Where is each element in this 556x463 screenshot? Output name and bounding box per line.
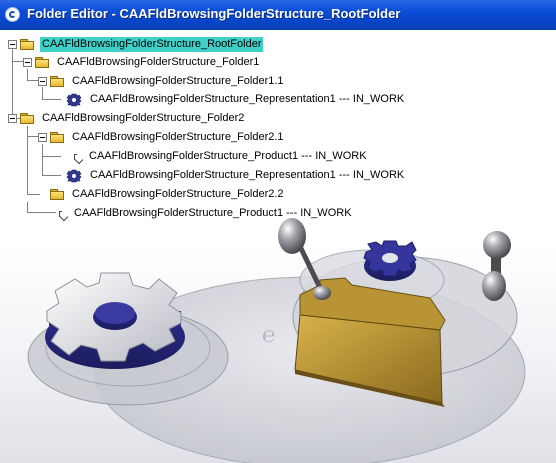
folder-editor-window: Folder Editor - CAAFldBrowsingFolderStru…	[0, 0, 556, 463]
tree-node-label: CAAFldBrowsingFolderStructure_Representa…	[90, 93, 405, 105]
tree-node-label: CAAFldBrowsingFolderStructure_Folder1.1	[72, 75, 284, 87]
collapse-toggle[interactable]	[38, 133, 47, 142]
product-icon	[72, 151, 82, 163]
collapse-toggle[interactable]	[8, 114, 17, 123]
tree-node-label: CAAFldBrowsingFolderStructure_Folder2.2	[72, 188, 284, 200]
tree-node-representation1-a[interactable]: CAAFldBrowsingFolderStructure_Representa…	[66, 91, 406, 108]
product-icon	[57, 208, 67, 220]
tree-node-label: CAAFldBrowsingFolderStructure_Representa…	[90, 169, 405, 181]
tree-node-label: CAAFldBrowsingFolderStructure_Folder2	[42, 112, 245, 124]
collapse-toggle[interactable]	[38, 77, 47, 86]
tree-node-label: CAAFldBrowsingFolderStructure_Folder1	[57, 56, 260, 68]
tree-node-folder1[interactable]: CAAFldBrowsingFolderStructure_Folder1	[23, 54, 261, 71]
folder-icon	[50, 132, 64, 143]
tree-node-folder1-1[interactable]: CAAFldBrowsingFolderStructure_Folder1.1	[38, 73, 286, 90]
tree-connector	[42, 164, 61, 176]
title-bar[interactable]: Folder Editor - CAAFldBrowsingFolderStru…	[0, 0, 556, 31]
folder-icon	[20, 39, 34, 50]
app-icon[interactable]	[5, 7, 20, 22]
tree-node-folder2-2[interactable]: CAAFldBrowsingFolderStructure_Folder2.2	[50, 186, 286, 203]
window-title: Folder Editor - CAAFldBrowsingFolderStru…	[27, 6, 401, 21]
pin-right	[482, 231, 511, 301]
folder-tree: CAAFldBrowsingFolderStructure_RootFolder…	[0, 30, 556, 230]
tree-connector	[27, 184, 40, 195]
3d-viewer[interactable]: ℮ CAAFldBrowsingFolderStructure_RootFold…	[0, 30, 556, 463]
small-gear-3d	[363, 240, 417, 281]
tree-node-label: CAAFldBrowsingFolderStructure_RootFolder	[40, 37, 264, 52]
collapse-toggle[interactable]	[23, 58, 32, 67]
gear-icon	[66, 93, 82, 106]
tree-node-label: CAAFldBrowsingFolderStructure_Product1 -…	[74, 207, 352, 219]
compass-watermark: ℮	[262, 322, 275, 347]
folder-icon	[20, 113, 34, 124]
tree-node-folder2[interactable]: CAAFldBrowsingFolderStructure_Folder2	[8, 110, 246, 127]
tree-node-representation1-b[interactable]: CAAFldBrowsingFolderStructure_Representa…	[66, 167, 406, 184]
collapse-toggle[interactable]	[8, 40, 17, 49]
tree-node-label: CAAFldBrowsingFolderStructure_Product1 -…	[89, 150, 367, 162]
folder-icon	[50, 76, 64, 87]
tree-connector	[27, 202, 56, 213]
tree-node-label: CAAFldBrowsingFolderStructure_Folder2.1	[72, 131, 284, 143]
folder-icon	[35, 57, 49, 68]
gear-icon	[66, 169, 82, 182]
folder-icon	[50, 189, 64, 200]
large-gear-3d	[45, 272, 185, 369]
tree-node-product1-a[interactable]: CAAFldBrowsingFolderStructure_Product1 -…	[72, 148, 369, 165]
tree-node-folder2-1[interactable]: CAAFldBrowsingFolderStructure_Folder2.1	[38, 129, 286, 146]
tree-node-root[interactable]: CAAFldBrowsingFolderStructure_RootFolder	[8, 36, 264, 53]
tree-node-product1-b[interactable]: CAAFldBrowsingFolderStructure_Product1 -…	[57, 205, 354, 222]
